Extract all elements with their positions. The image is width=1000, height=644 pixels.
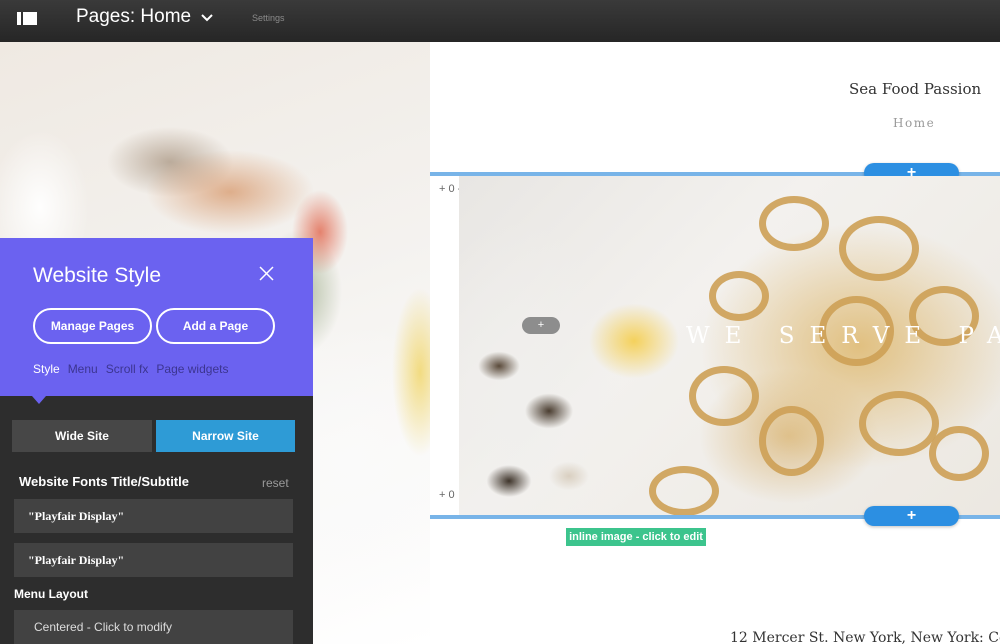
fonts-label: Website Fonts Title/Subtitle [19,474,189,489]
nav-item-home[interactable]: Home [893,116,935,130]
sidebar-toggle-icon[interactable] [17,12,37,25]
tab-style[interactable]: Style [33,362,60,376]
menu-layout-label: Menu Layout [14,587,88,601]
title-font-select[interactable]: "Playfair Display" [14,499,293,533]
tab-menu[interactable]: Menu [68,362,98,376]
website-style-panel: Website Style Manage Pages Add a Page St… [0,238,313,644]
site-brand[interactable]: Sea Food Passion [849,80,981,98]
close-icon[interactable] [259,266,274,281]
hero-food-detail [929,426,989,481]
hero-food-detail [759,196,829,251]
menu-layout-select[interactable]: Centered - Click to modify [14,610,293,644]
tab-page-widgets[interactable]: Page widgets [156,362,228,376]
chevron-down-icon[interactable] [201,12,213,24]
hero-drag-handle[interactable]: + [522,317,560,334]
hero-food-detail [859,391,939,456]
top-bar: Pages: Home Settings [0,0,1000,42]
reset-link[interactable]: reset [262,476,289,490]
settings-link[interactable]: Settings [252,13,285,23]
add-section-button-bottom[interactable]: + [864,506,959,526]
padding-control-top[interactable]: + 0 - [439,183,461,195]
wide-site-button[interactable]: Wide Site [12,420,152,452]
panel-title: Website Style [33,264,161,287]
page-selector-title[interactable]: Pages: Home [76,6,191,28]
inline-image-edit-tag[interactable]: inline image - click to edit [566,528,706,546]
tab-scroll-fx[interactable]: Scroll fx [106,362,149,376]
hero-food-detail [649,466,719,515]
hero-headline[interactable]: WE SERVE PAS [686,323,1000,349]
panel-tabs: Style Menu Scroll fx Page widgets [33,362,228,376]
subtitle-font-select[interactable]: "Playfair Display" [14,543,293,577]
hero-food-detail [689,366,759,426]
hero-food-detail [759,406,824,476]
hero-food-detail [839,216,919,281]
site-address[interactable]: 12 Mercer St. New York, New York: Coun [730,630,1000,644]
padding-control-bottom[interactable]: + 0 [439,489,455,501]
hero-food-detail [709,271,769,321]
panel-header: Website Style Manage Pages Add a Page St… [0,238,313,404]
active-tab-caret [32,396,46,404]
add-page-button[interactable]: Add a Page [156,308,275,344]
narrow-site-button[interactable]: Narrow Site [156,420,295,452]
manage-pages-button[interactable]: Manage Pages [33,308,152,344]
